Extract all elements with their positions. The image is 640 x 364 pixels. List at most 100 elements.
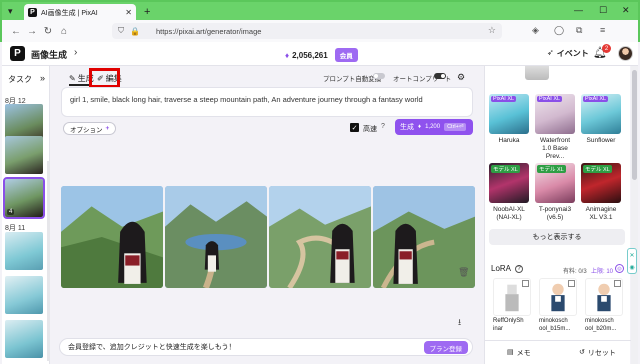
model-name: T-ponynai3 (v6.5): [538, 206, 572, 222]
browser-tab[interactable]: P AI画像生成 | PixAI ✕: [24, 4, 136, 21]
generated-image[interactable]: [61, 186, 163, 288]
generate-button[interactable]: 生成 ♦ 1,200 Ctrl+⏎: [395, 119, 473, 135]
lora-checkbox[interactable]: [614, 280, 621, 287]
task-thumbnail[interactable]: [5, 232, 43, 270]
new-tab-icon[interactable]: +: [144, 6, 150, 18]
banner-text: 会員登録で、追加クレジットと快速生成を楽しもう！: [68, 344, 236, 351]
generated-image[interactable]: [165, 186, 267, 288]
lora-settings-icon[interactable]: ◎: [615, 264, 624, 273]
shield-icon: ⛉: [118, 26, 124, 35]
account-icon[interactable]: ◯: [554, 25, 564, 36]
plan-signup-button[interactable]: プラン登録: [423, 341, 468, 354]
bookmark-star-icon[interactable]: ☆: [488, 25, 496, 36]
task-panel: タスク » 8月 12 4 8月 11: [2, 66, 50, 364]
tab-list-icon[interactable]: ▾: [8, 6, 13, 17]
task-thumbnail[interactable]: [5, 276, 43, 314]
pixai-logo[interactable]: P: [10, 46, 25, 61]
high-speed-checkbox[interactable]: ✓: [350, 123, 359, 132]
expand-panel-icon[interactable]: »: [40, 73, 45, 83]
lora-checkbox[interactable]: [568, 280, 575, 287]
model-card[interactable]: PixAI XL Waterfront 1.0 Base Prev...: [535, 94, 575, 161]
member-badge[interactable]: 会員: [334, 48, 358, 62]
task-thumbnail[interactable]: [5, 136, 43, 174]
maximize-icon[interactable]: ☐: [599, 5, 607, 16]
side-widget[interactable]: ✕ ◉: [627, 248, 637, 274]
reset-button[interactable]: ↺ リセット: [579, 348, 616, 358]
credit-amount: 2,056,261: [292, 50, 328, 60]
back-icon[interactable]: ←: [8, 26, 24, 37]
memo-label: メモ: [516, 350, 531, 357]
model-tag: PixAI XL: [583, 96, 609, 102]
chevron-right-icon[interactable]: ›: [74, 47, 77, 58]
task-thumbnail[interactable]: [5, 320, 43, 358]
help-icon[interactable]: ?: [381, 123, 385, 130]
window-close-icon[interactable]: ✕: [622, 5, 630, 16]
lora-paid-count: 有料: 0/3: [563, 269, 587, 275]
model-thumbnail: モデル XL: [581, 163, 621, 203]
autocomplete-toggle[interactable]: [434, 73, 446, 79]
model-card[interactable]: モデル XL NoobAI-XL (NAI-XL): [489, 163, 529, 222]
task-thumbnail-selected[interactable]: 4: [3, 177, 45, 219]
event-button[interactable]: ➶ イベント: [547, 48, 589, 59]
reload-icon[interactable]: ↻: [40, 26, 56, 37]
active-tab-indicator: [69, 84, 89, 86]
help-icon[interactable]: ?: [515, 264, 524, 273]
close-tab-icon[interactable]: ✕: [125, 8, 132, 17]
lora-name: minokosch ool_b15m...: [539, 318, 571, 332]
widget-close-icon[interactable]: ✕: [629, 252, 634, 259]
show-more-button[interactable]: もっと表示する: [489, 229, 625, 245]
forward-icon[interactable]: →: [24, 26, 40, 37]
browser-tab-bar: ▾ P AI画像生成 | PixAI ✕ + — ☐ ✕: [0, 0, 640, 21]
signup-banner: 会員登録で、追加クレジットと快速生成を楽しもう！ プラン登録: [59, 338, 473, 356]
prompt-auto-toggle[interactable]: [373, 73, 385, 79]
pixai-favicon-icon: P: [28, 8, 37, 17]
generate-label: 生成: [400, 124, 414, 131]
extensions-icon[interactable]: ⧉: [576, 25, 582, 36]
download-icon[interactable]: ⭳: [458, 315, 461, 331]
model-name: Animagine XL V3.1: [585, 206, 617, 222]
memo-icon: ▤: [507, 349, 514, 356]
widget-icon: ◉: [629, 264, 635, 271]
model-name: NoobAI-XL (NAI-XL): [493, 206, 525, 222]
model-card[interactable]: PixAI XL Sunflower: [581, 94, 621, 145]
home-icon[interactable]: ⌂: [56, 26, 72, 37]
minimize-icon[interactable]: —: [574, 5, 583, 15]
credit-icon: ♦: [418, 124, 422, 130]
task-scrollbar[interactable]: [47, 161, 50, 361]
generated-image[interactable]: [269, 186, 371, 288]
credit-balance[interactable]: ♦ 2,056,261 会員: [285, 48, 358, 62]
user-avatar[interactable]: [618, 46, 633, 61]
option-button[interactable]: オプション +: [63, 122, 117, 135]
menu-icon[interactable]: ≡: [600, 25, 605, 35]
trash-icon[interactable]: 🗑︎: [458, 267, 469, 278]
prompt-settings-icon[interactable]: ⚙: [457, 72, 465, 83]
memo-button[interactable]: ▤ メモ: [507, 348, 531, 358]
prompt-input[interactable]: girl 1, smile, black long hair, traverse…: [61, 87, 473, 117]
page-scrollbar-thumb[interactable]: [632, 70, 637, 180]
browser-toolbar: ← → ↻ ⌂ ⛉ 🔒 https://pixai.art/generator/…: [0, 20, 640, 42]
model-card[interactable]: PixAI XL Haruka: [489, 94, 529, 145]
model-tag: PixAI XL: [537, 96, 563, 102]
lora-card[interactable]: minokosch ool_b20m...: [585, 278, 623, 333]
lora-card[interactable]: ReffOnlySh inar: [493, 278, 531, 333]
lora-checkbox[interactable]: [522, 280, 529, 287]
highlight-annotation: [89, 68, 120, 88]
model-thumbnail: PixAI XL: [489, 94, 529, 134]
model-thumbnail: PixAI XL: [581, 94, 621, 134]
model-panel: PixAI XL Haruka PixAI XL Waterfront 1.0 …: [484, 66, 631, 364]
pocket-icon[interactable]: ◈: [532, 25, 539, 36]
model-thumbnail: モデル XL: [535, 163, 575, 203]
lora-header: LoRA ?: [491, 264, 524, 273]
lora-thumbnail: [585, 278, 623, 316]
credit-icon: ♦: [285, 50, 290, 60]
model-card[interactable]: モデル XL T-ponynai3 (v6.5): [535, 163, 575, 222]
task-label: タスク: [8, 75, 32, 84]
lora-card[interactable]: minokosch ool_b15m...: [539, 278, 577, 333]
model-card[interactable]: モデル XL Animagine XL V3.1: [581, 163, 621, 222]
address-bar[interactable]: ⛉ 🔒 https://pixai.art/generator/image ☆: [112, 23, 502, 39]
tab-title: AI画像生成 | PixAI: [41, 9, 98, 17]
model-tag: モデル XL: [491, 165, 520, 173]
shortcut-hint: Ctrl+⏎: [444, 123, 467, 131]
model-tag: PixAI XL: [491, 96, 517, 102]
rocket-icon: ➶: [547, 48, 554, 57]
